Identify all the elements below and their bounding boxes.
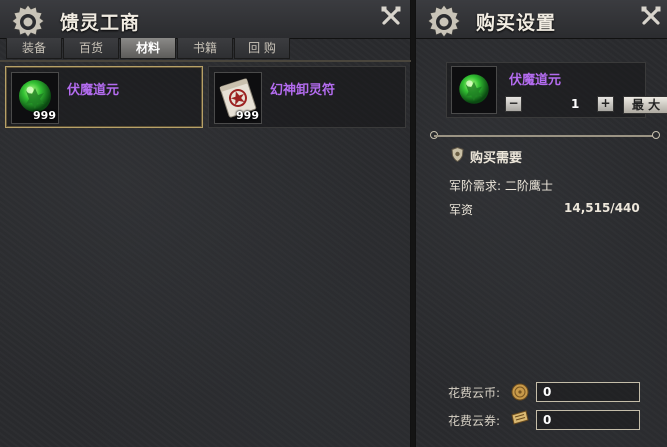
cloud-coin-cost-field: 0 [536,382,640,402]
item-quantity: 999 [236,109,259,122]
divider-end-dot [652,131,660,139]
cloud-coin-cost-label: 花费云币: [448,386,501,400]
max-quantity-button[interactable]: 最 大 [623,96,667,114]
gear-emblem-icon [11,4,45,38]
shop-panel: 馈灵工商 装备 百货 材料 书籍 回 购 999 伏魔道元 999 幻神卸灵符 [0,0,411,447]
category-tabs: 装备 百货 材料 书籍 回 购 [6,38,291,60]
purchase-titlebar[interactable]: 购买设置 [416,0,667,39]
selected-item-box: 伏魔道元 − + 最 大 [446,62,667,118]
item-slot: 999 [214,72,262,124]
shield-icon [451,147,464,162]
rank-value: 二阶鹰士 [504,179,553,193]
close-icon[interactable] [640,5,662,27]
shop-title: 馈灵工商 [60,12,141,34]
ticket-icon [511,410,529,425]
funds-label: 军资 [449,203,474,217]
rank-requirement-row: 军阶需求: 二阶鹰士 [449,177,553,194]
shop-titlebar[interactable]: 馈灵工商 [0,0,410,39]
funds-value: 14,515/440 [564,201,640,215]
shop-item-card[interactable]: 999 伏魔道元 [5,66,203,128]
decrease-quantity-button[interactable]: − [505,96,522,112]
tab-buyback[interactable]: 回 购 [234,38,290,59]
tab-equipment[interactable]: 装备 [6,38,62,59]
purchase-title: 购买设置 [476,12,557,34]
section-divider [434,135,656,137]
selected-item-name: 伏魔道元 [509,73,562,88]
close-icon[interactable] [380,5,402,27]
increase-quantity-button[interactable]: + [597,96,614,112]
item-name: 幻神卸灵符 [270,83,336,98]
item-quantity: 999 [33,109,56,122]
cloud-ticket-cost-label: 花费云券: [448,414,501,428]
item-slot [451,66,497,114]
tab-general-goods[interactable]: 百货 [63,38,119,59]
item-name: 伏魔道元 [67,83,120,98]
tab-materials[interactable]: 材料 [120,38,176,59]
gear-emblem-icon [427,4,461,38]
shop-item-card[interactable]: 999 幻神卸灵符 [208,66,406,128]
tab-books[interactable]: 书籍 [177,38,233,59]
purchase-settings-panel: 购买设置 伏魔道元 − 1 + 最 大 购买需要 军阶需求: 二阶鹰士 军资 1… [415,0,667,447]
requirements-heading: 购买需要 [470,151,523,166]
quantity-input[interactable] [528,96,598,112]
rank-label: 军阶需求: [449,179,502,193]
tabs-divider [0,60,411,62]
item-slot: 999 [11,72,59,124]
green-orb-icon [459,74,489,104]
coin-icon [511,383,529,401]
cloud-ticket-cost-field: 0 [536,410,640,430]
